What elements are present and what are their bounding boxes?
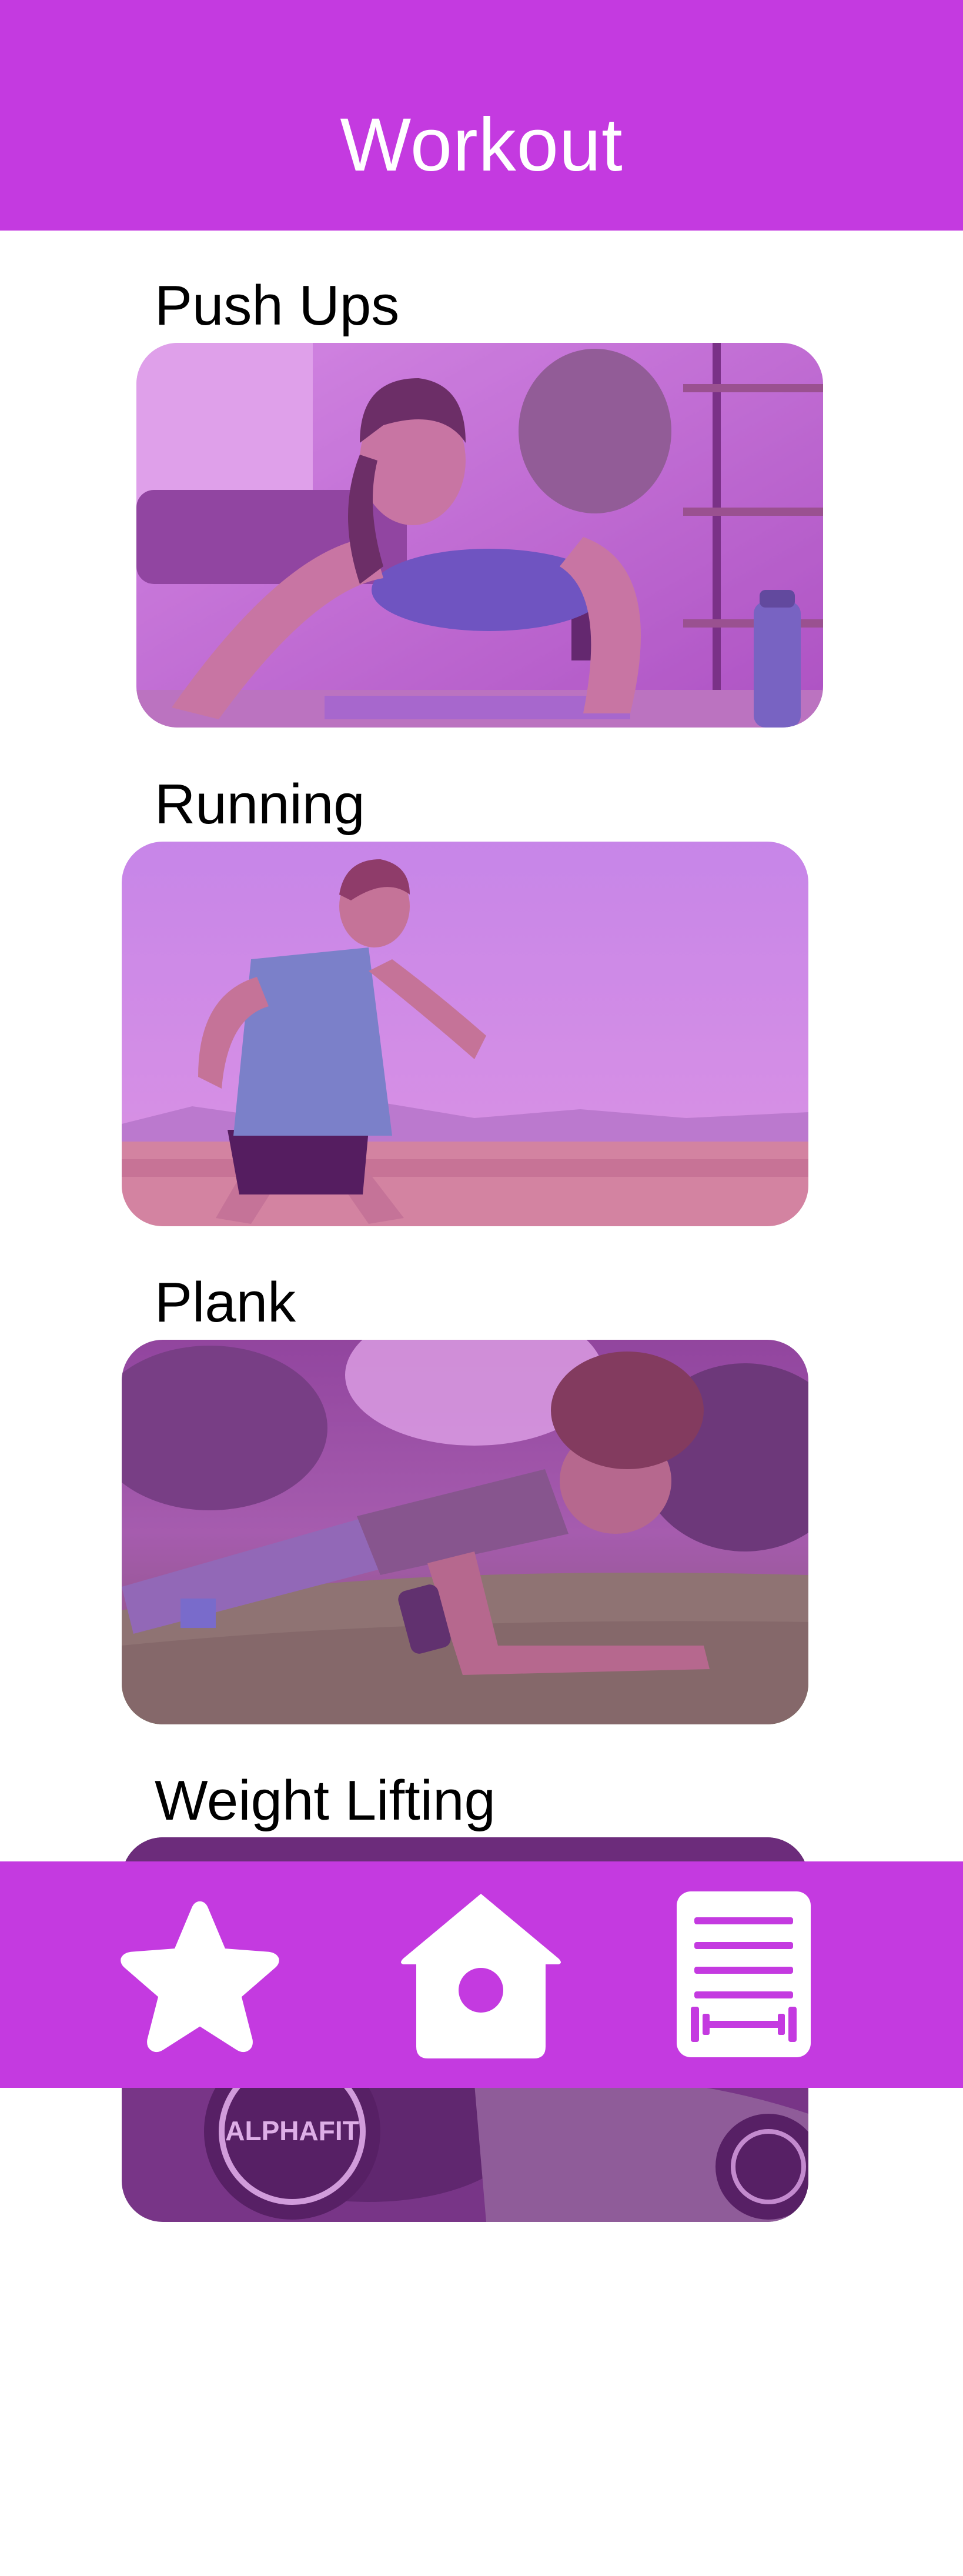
workout-screen: Workout Push Ups Running Plank Weight Li…	[0, 0, 963, 2576]
push-ups-photo-tint	[136, 343, 823, 728]
workout-card-plank[interactable]	[122, 1340, 808, 1724]
nav-workouts-button[interactable]	[661, 1891, 826, 2057]
plank-photo-tint	[122, 1340, 808, 1724]
bottom-nav	[0, 1861, 963, 2088]
nav-home-button[interactable]	[399, 1892, 563, 2058]
running-photo-tint	[122, 842, 808, 1226]
nav-favorites-button[interactable]	[118, 1892, 282, 2057]
workout-title-plank: Plank	[155, 1271, 296, 1334]
star-icon	[121, 1901, 279, 2053]
workout-card-running[interactable]	[122, 842, 808, 1226]
workout-list-icon	[677, 1891, 811, 2057]
page-title: Workout	[340, 102, 623, 187]
workout-title-push-ups: Push Ups	[155, 274, 400, 337]
workout-title-running: Running	[155, 773, 365, 836]
workout-card-push-ups[interactable]	[136, 343, 823, 728]
workout-title-weight-lifting: Weight Lifting	[155, 1769, 496, 1832]
home-icon	[401, 1894, 561, 2058]
app-header: Workout	[0, 0, 963, 231]
